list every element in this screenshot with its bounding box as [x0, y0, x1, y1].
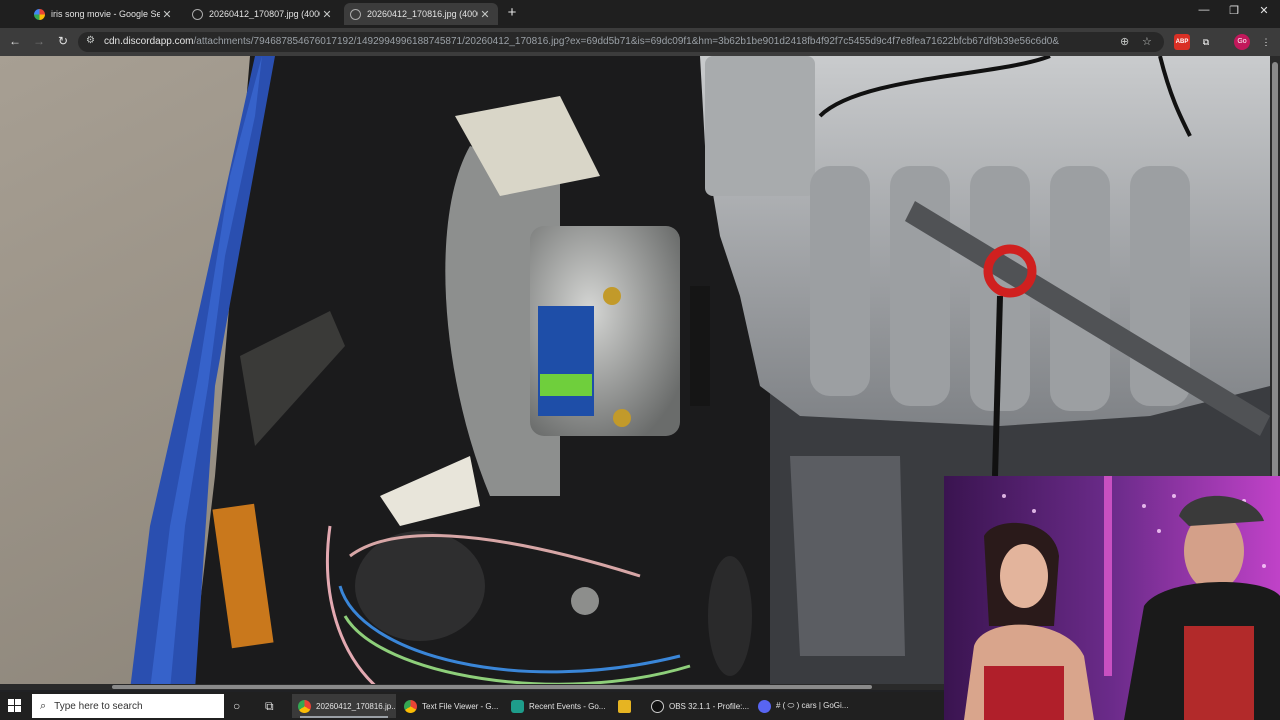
adblock-extension-icon[interactable]: ABP — [1174, 34, 1190, 50]
active-indicator — [300, 716, 388, 718]
webcam-feed — [944, 476, 1280, 720]
windows-taskbar: ⌕ Type here to search ○ ⧉ 20260412_17081… — [0, 692, 944, 720]
taskbar-item-label: 20260412_170816.jp... — [316, 701, 396, 711]
tab-image-170807[interactable]: 20260412_170807.jpg (4000×2250) ✕ — [186, 3, 340, 25]
reload-icon[interactable]: ↻ — [54, 34, 72, 48]
zoom-icon[interactable]: ⊕ — [1120, 35, 1129, 48]
url-path: /attachments/794687854676017192/14929949… — [193, 36, 1060, 47]
obs-icon — [651, 699, 664, 713]
task-view-icon[interactable]: ⧉ — [265, 699, 274, 714]
taskbar-item-chrome-image[interactable]: 20260412_170816.jp... — [292, 694, 396, 718]
tab-google-search[interactable]: iris song movie - Google Search ✕ — [28, 3, 180, 25]
menu-icon[interactable]: ⋮ — [1258, 34, 1274, 50]
url-text[interactable]: cdn.discordapp.com/attachments/794687854… — [104, 36, 1059, 47]
close-icon[interactable]: ✕ — [320, 8, 334, 21]
folder-icon — [618, 699, 631, 713]
taskbar-search-box[interactable]: ⌕ Type here to search — [32, 694, 224, 718]
profile-avatar[interactable]: Go — [1234, 34, 1250, 50]
close-icon[interactable]: ✕ — [478, 8, 492, 21]
search-icon: ⌕ — [40, 699, 47, 712]
address-bar[interactable]: ⚙ cdn.discordapp.com/attachments/7946878… — [78, 32, 1164, 52]
taskbar-item-label: OBS 32.1.1 - Profile:... — [669, 701, 749, 711]
tab-title: iris song movie - Google Search — [51, 9, 160, 19]
forward-icon[interactable]: → — [30, 34, 48, 48]
scrollbar-thumb[interactable] — [1272, 62, 1278, 542]
scrollbar-thumb[interactable] — [112, 685, 872, 689]
taskbar-item-recent-events[interactable]: Recent Events - Go... — [505, 694, 609, 718]
site-info-icon[interactable]: ⚙ — [86, 35, 95, 46]
restore-icon[interactable]: ❐ — [1222, 4, 1246, 17]
cortana-icon[interactable]: ○ — [233, 699, 240, 713]
search-placeholder: Type here to search — [54, 700, 143, 712]
taskbar-item-text-viewer[interactable]: Text File Viewer - G... — [398, 694, 502, 718]
taskbar-item-label: Recent Events - Go... — [529, 701, 606, 711]
chrome-icon — [404, 699, 417, 713]
globe-icon — [350, 8, 361, 20]
bookmark-star-icon[interactable]: ☆ — [1142, 35, 1152, 48]
tab-image-170816[interactable]: 20260412_170816.jpg (4000×2250) ✕ — [344, 3, 498, 25]
google-icon — [34, 8, 45, 20]
back-icon[interactable]: ← — [6, 34, 24, 48]
taskbar-item-label: Text File Viewer - G... — [422, 701, 499, 711]
tab-title: 20260412_170807.jpg (4000×2250) — [209, 9, 320, 19]
taskbar-item-discord[interactable]: # ( ⬭ ) cars | GoGi... — [752, 694, 856, 718]
taskbar-item-obs[interactable]: OBS 32.1.1 - Profile:... — [645, 694, 749, 718]
globe-icon — [192, 8, 203, 20]
url-host: cdn.discordapp.com — [104, 36, 194, 47]
webcam-overlay — [944, 476, 1280, 720]
app-icon — [511, 699, 524, 713]
chrome-icon — [298, 699, 311, 713]
close-icon[interactable]: ✕ — [160, 8, 174, 21]
tab-title: 20260412_170816.jpg (4000×2250) — [367, 9, 478, 19]
extensions-icon[interactable]: ⧉ — [1198, 34, 1214, 50]
new-tab-button[interactable]: + — [503, 4, 521, 22]
windows-start-icon[interactable] — [8, 699, 22, 718]
minimize-icon[interactable]: — — [1192, 4, 1216, 16]
tab-strip: iris song movie - Google Search ✕ 202604… — [0, 0, 1280, 28]
close-window-icon[interactable]: ✕ — [1252, 4, 1276, 17]
toolbar: ← → ↻ ⚙ cdn.discordapp.com/attachments/7… — [0, 28, 1280, 56]
taskbar-item-file-explorer[interactable] — [612, 694, 642, 718]
taskbar-item-label: # ( ⬭ ) cars | GoGi... — [776, 701, 849, 710]
discord-icon — [758, 699, 771, 713]
